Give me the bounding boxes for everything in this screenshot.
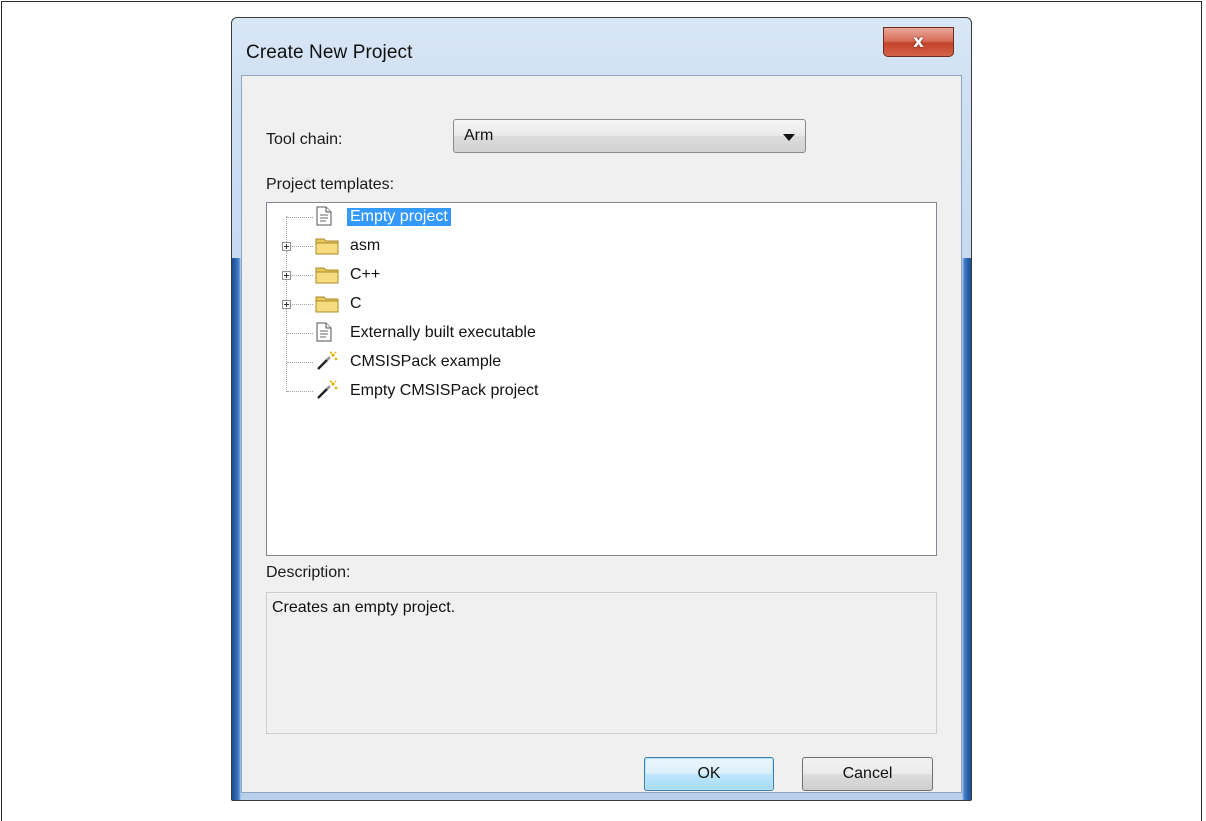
tree-connector-line [287, 391, 313, 392]
tree-item[interactable]: asm [267, 234, 867, 260]
tree-item[interactable]: CMSISPack example [267, 350, 867, 376]
document-icon [315, 206, 341, 228]
create-new-project-dialog: Create New Project x Tool chain: Arm Pro… [231, 17, 972, 801]
tree-connector-line [287, 217, 313, 218]
tree-item[interactable]: C [267, 292, 867, 318]
description-box: Creates an empty project. [266, 592, 937, 734]
expand-plus-icon[interactable] [282, 242, 291, 251]
tree-item[interactable]: C++ [267, 263, 867, 289]
tree-item-label: asm [350, 237, 381, 254]
tree-item-label: Externally built executable [350, 324, 536, 341]
tree-connector-line [287, 362, 313, 363]
tree-item-label: C++ [350, 266, 381, 283]
folder-icon [315, 293, 341, 315]
tree-item[interactable]: Externally built executable [267, 321, 867, 347]
dialog-client-area: Tool chain: Arm Project templates: Empty… [241, 75, 962, 793]
tree-item[interactable]: Empty CMSISPack project [267, 379, 867, 405]
title-bar[interactable]: Create New Project x [232, 18, 971, 76]
ok-button[interactable]: OK [644, 757, 774, 791]
tree-item-label: Empty CMSISPack project [350, 382, 539, 399]
tree-connector-line [287, 333, 313, 334]
tree-item-label: C [350, 295, 362, 312]
project-templates-tree[interactable]: Empty project asm C++ C Externally built exe… [266, 202, 937, 556]
toolchain-value: Arm [464, 127, 494, 144]
cancel-button[interactable]: Cancel [802, 757, 933, 791]
description-label: Description: [266, 564, 351, 581]
tree-item-label: Empty project [347, 208, 451, 226]
toolchain-label: Tool chain: [266, 131, 343, 148]
toolchain-dropdown[interactable]: Arm [453, 119, 806, 153]
tree-item-label: CMSISPack example [350, 353, 502, 370]
tree-item[interactable]: Empty project [267, 205, 867, 231]
description-text: Creates an empty project. [272, 599, 456, 616]
magic-wand-icon [315, 351, 341, 373]
expand-plus-icon[interactable] [282, 300, 291, 309]
close-button[interactable]: x [883, 27, 954, 57]
document-icon [315, 322, 341, 344]
dialog-title: Create New Project [246, 42, 413, 63]
folder-icon [315, 235, 341, 257]
magic-wand-icon [315, 380, 341, 402]
project-templates-label: Project templates: [266, 176, 395, 193]
folder-icon [315, 264, 341, 286]
expand-plus-icon[interactable] [282, 271, 291, 280]
close-icon: x [913, 32, 924, 52]
dropdown-arrow-icon [783, 134, 795, 141]
